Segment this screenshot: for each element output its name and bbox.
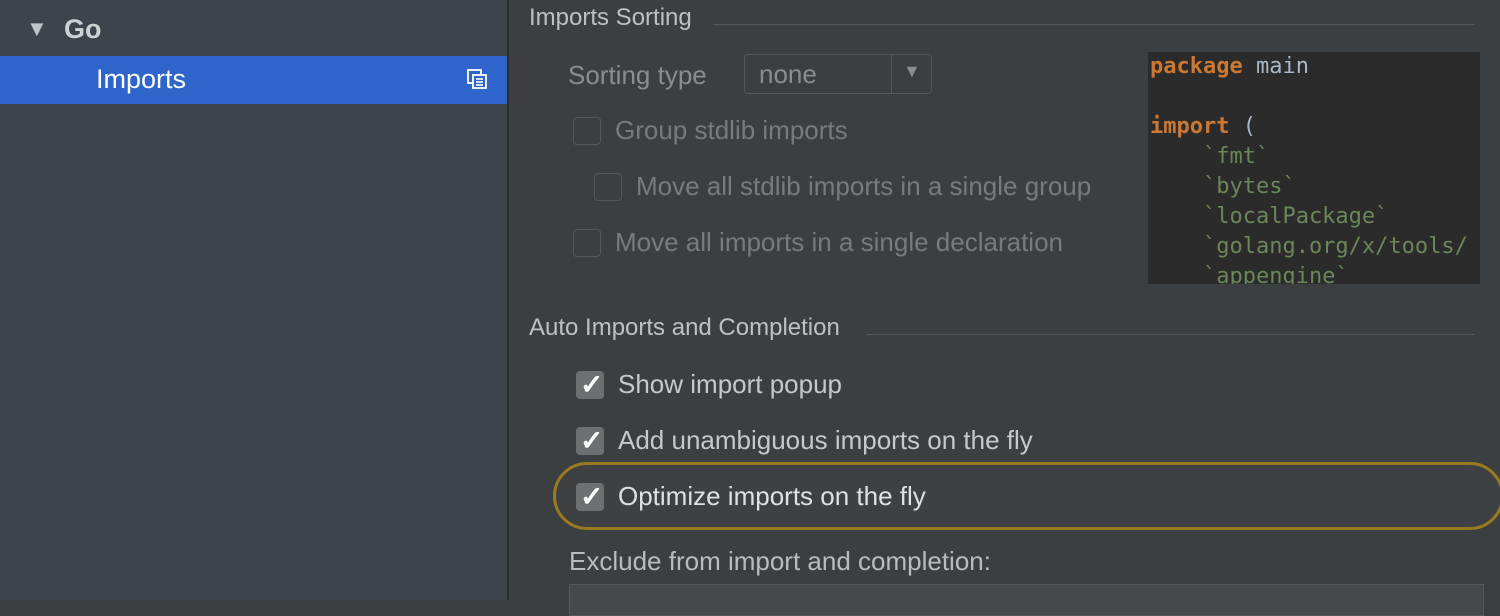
exclude-list[interactable] <box>569 584 1484 616</box>
settings-tree: ▼ Go Imports <box>0 0 509 600</box>
sorting-type-value: none <box>759 59 817 89</box>
section-divider <box>867 334 1474 335</box>
show-import-popup-checkbox[interactable]: ✓ <box>576 369 604 400</box>
section-divider <box>713 24 1474 25</box>
imports-settings-panel: Imports Sorting Sorting type none ▼ Grou… <box>509 0 1500 616</box>
move-all-imports-single-declaration-label: Move all imports in a single declaration <box>615 227 1063 257</box>
exclude-label: Exclude from import and completion: <box>569 546 991 576</box>
add-unambiguous-imports-label: Add unambiguous imports on the fly <box>618 425 1033 455</box>
tree-node-go-label: Go <box>64 14 102 44</box>
code-line: `appengine` <box>1150 264 1349 284</box>
tree-node-imports[interactable]: Imports <box>0 56 507 104</box>
move-stdlib-single-group-label: Move all stdlib imports in a single grou… <box>636 171 1092 201</box>
optimize-imports-label: Optimize imports on the fly <box>618 481 926 511</box>
code-line: import ( <box>1150 114 1256 139</box>
imports-sorting-title: Imports Sorting <box>529 4 692 31</box>
expand-arrow-icon[interactable]: ▼ <box>26 16 48 42</box>
group-stdlib-imports-label: Group stdlib imports <box>615 115 848 145</box>
copy-settings-icon[interactable] <box>466 68 488 90</box>
auto-imports-title: Auto Imports and Completion <box>529 314 840 341</box>
move-stdlib-single-group-checkbox[interactable] <box>594 173 622 201</box>
chevron-down-icon[interactable]: ▼ <box>903 61 921 82</box>
checkmark-icon: ✓ <box>580 369 604 400</box>
code-line: `localPackage` <box>1150 204 1389 229</box>
move-all-imports-single-declaration-checkbox[interactable] <box>573 229 601 257</box>
tree-node-go[interactable]: ▼ Go <box>0 8 507 52</box>
code-line: `bytes` <box>1150 174 1296 199</box>
sorting-type-label: Sorting type <box>568 60 707 90</box>
code-line: `fmt` <box>1150 144 1270 169</box>
code-line: `golang.org/x/tools/ <box>1150 234 1468 259</box>
show-import-popup-label: Show import popup <box>618 369 843 399</box>
dropdown-divider <box>891 55 892 93</box>
code-preview: package main import ( `fmt` `bytes` `loc… <box>1148 52 1480 284</box>
code-line: package main <box>1150 54 1309 79</box>
checkmark-icon: ✓ <box>580 425 604 456</box>
group-stdlib-imports-checkbox[interactable] <box>573 117 601 145</box>
sorting-type-dropdown[interactable]: none ▼ <box>744 54 932 94</box>
optimize-imports-checkbox[interactable]: ✓ <box>576 481 604 512</box>
checkmark-icon: ✓ <box>580 481 604 512</box>
add-unambiguous-imports-checkbox[interactable]: ✓ <box>576 425 604 456</box>
tree-node-imports-label: Imports <box>96 64 187 94</box>
